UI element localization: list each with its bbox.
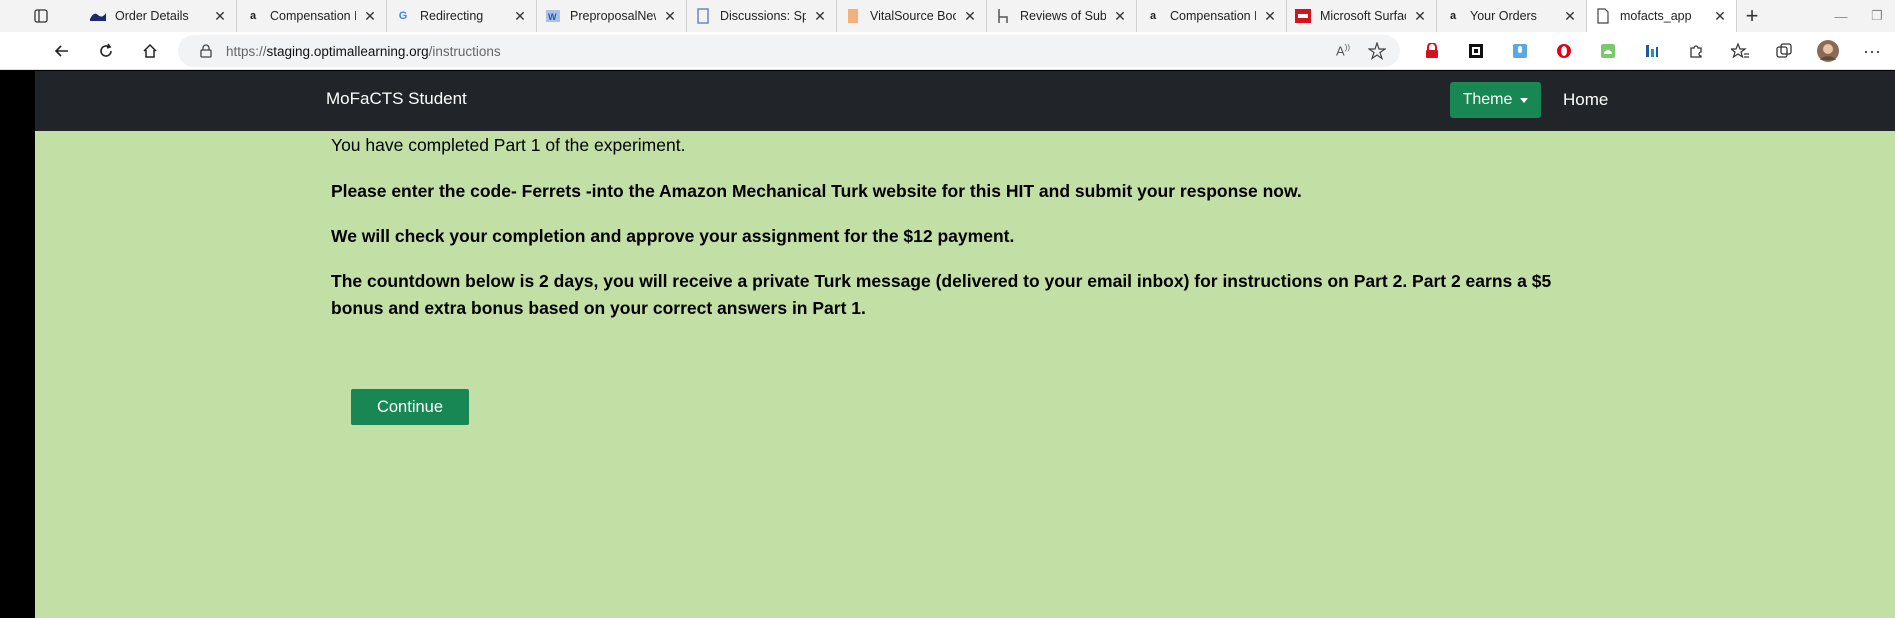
- url-text[interactable]: https://staging.optimallearning.org/inst…: [226, 44, 501, 59]
- tab-order-details[interactable]: Order Details ✕: [82, 0, 237, 32]
- tab-discussions[interactable]: Discussions: Spr ✕: [687, 0, 837, 32]
- tab-actions-button[interactable]: [0, 0, 82, 32]
- puzzle-extensions-icon[interactable]: [1674, 32, 1718, 70]
- tab-compensation-1[interactable]: a Compensation H ✕: [237, 0, 387, 32]
- close-tab-icon[interactable]: ✕: [212, 8, 228, 25]
- mic-extension-icon[interactable]: [1498, 32, 1542, 70]
- browser-toolbar: https://staging.optimallearning.org/inst…: [0, 32, 1895, 70]
- add-favorite-icon[interactable]: [1368, 42, 1386, 60]
- code-instruction: Please enter the code- Ferrets -into the…: [331, 181, 1302, 201]
- chair-icon: [995, 8, 1011, 24]
- close-tab-icon[interactable]: ✕: [1412, 8, 1428, 25]
- lock-icon[interactable]: [200, 44, 214, 58]
- close-tab-icon[interactable]: ✕: [362, 8, 378, 25]
- new-tab-button[interactable]: +: [1737, 0, 1767, 32]
- close-tab-icon[interactable]: ✕: [962, 8, 978, 25]
- collections-icon[interactable]: [1762, 32, 1806, 70]
- home-nav-link[interactable]: Home: [1563, 90, 1608, 110]
- bestbuy-icon: [1295, 8, 1311, 24]
- tab-microsoft-surface[interactable]: Microsoft Surfac ✕: [1287, 0, 1437, 32]
- home-icon: [143, 43, 157, 58]
- restore-icon[interactable]: ❐: [1859, 8, 1895, 24]
- minimize-icon[interactable]: —: [1823, 9, 1859, 24]
- address-bar[interactable]: https://staging.optimallearning.org/inst…: [178, 35, 1400, 67]
- lock-extension-icon[interactable]: [1410, 32, 1454, 70]
- back-arrow-icon: [54, 44, 68, 57]
- tab-mofacts-app[interactable]: mofacts_app ✕: [1587, 0, 1737, 32]
- google-icon: G: [398, 10, 408, 22]
- tab-preproposal[interactable]: W PreproposalNew ✕: [537, 0, 687, 32]
- qr-extension-icon[interactable]: [1454, 32, 1498, 70]
- close-tab-icon[interactable]: ✕: [512, 8, 528, 25]
- navy-wave-icon: [90, 8, 106, 24]
- tab-vitalsource[interactable]: VitalSource Boo ✕: [837, 0, 987, 32]
- home-button[interactable]: [128, 32, 172, 70]
- svg-text:W: W: [548, 12, 557, 22]
- tab-strip: Order Details ✕ a Compensation H ✕ G Red…: [0, 0, 1895, 32]
- doc-blue-icon: [695, 8, 711, 24]
- amazon-icon: a: [1149, 10, 1157, 22]
- close-tab-icon[interactable]: ✕: [1262, 8, 1278, 25]
- amazon-icon: a: [249, 10, 257, 22]
- countdown-message-line2: bonus and extra bonus based on your corr…: [331, 298, 866, 318]
- refresh-icon: [100, 43, 112, 57]
- close-tab-icon[interactable]: ✕: [1112, 8, 1128, 25]
- page-content: MoFaCTS Student Theme Home You have comp…: [35, 71, 1895, 618]
- refresh-button[interactable]: [84, 32, 128, 70]
- bars-extension-icon[interactable]: [1630, 32, 1674, 70]
- amazon-icon: a: [1449, 10, 1457, 22]
- close-tab-icon[interactable]: ✕: [1712, 8, 1728, 25]
- brand-link[interactable]: MoFaCTS Student: [326, 89, 467, 109]
- window-controls: — ❐: [1823, 0, 1895, 32]
- back-button[interactable]: [40, 32, 84, 70]
- theme-dropdown-button[interactable]: Theme: [1450, 82, 1541, 118]
- continue-button[interactable]: Continue: [351, 389, 469, 425]
- extensions-area: ···: [1410, 32, 1894, 70]
- instructions-block: You have completed Part 1 of the experim…: [331, 133, 1681, 322]
- tab-your-orders[interactable]: a Your Orders ✕: [1437, 0, 1587, 32]
- app-navbar: MoFaCTS Student Theme Home: [35, 71, 1895, 131]
- read-aloud-icon[interactable]: A)): [1336, 43, 1350, 58]
- tab-reviews[interactable]: Reviews of Subm ✕: [987, 0, 1137, 32]
- close-tab-icon[interactable]: ✕: [812, 8, 828, 25]
- android-extension-icon[interactable]: [1586, 32, 1630, 70]
- countdown-message-line1: The countdown below is 2 days, you will …: [331, 271, 1552, 291]
- completion-message: You have completed Part 1 of the experim…: [331, 135, 686, 155]
- close-tab-icon[interactable]: ✕: [1562, 8, 1578, 25]
- page-icon: [1595, 8, 1611, 24]
- close-tab-icon[interactable]: ✕: [662, 8, 678, 25]
- favorites-icon[interactable]: [1718, 32, 1762, 70]
- tab-redirecting[interactable]: G Redirecting ✕: [387, 0, 537, 32]
- opera-extension-icon[interactable]: [1542, 32, 1586, 70]
- profile-avatar[interactable]: [1806, 32, 1850, 70]
- payment-message: We will check your completion and approv…: [331, 226, 1015, 246]
- settings-more-icon[interactable]: ···: [1850, 32, 1894, 70]
- caret-down-icon: [1520, 97, 1529, 103]
- word-icon: W: [545, 8, 561, 24]
- tab-compensation-2[interactable]: a Compensation H ✕: [1137, 0, 1287, 32]
- book-icon: [845, 8, 861, 24]
- left-black-margin: [0, 71, 35, 618]
- tab-actions-icon: [34, 9, 48, 23]
